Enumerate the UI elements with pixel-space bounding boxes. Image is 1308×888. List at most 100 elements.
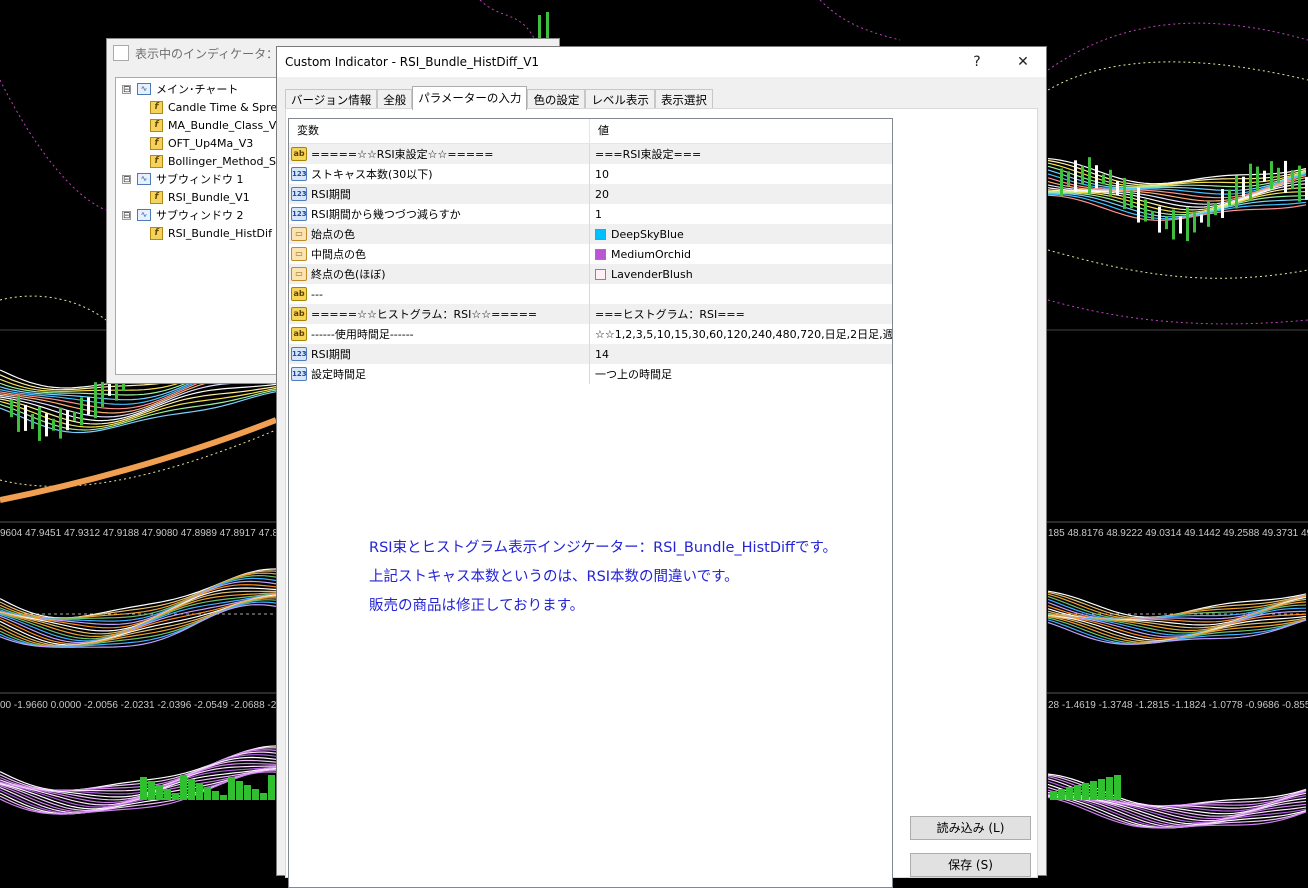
parameter-value-cell[interactable]: LavenderBlush xyxy=(590,264,892,284)
parameter-value-cell[interactable]: 一つ上の時間足 xyxy=(590,364,892,384)
parameter-value-cell[interactable]: MediumOrchid xyxy=(590,244,892,264)
candle xyxy=(1200,214,1203,223)
collapse-icon[interactable]: ⊟ xyxy=(122,84,131,94)
histogram-bar xyxy=(196,783,203,800)
number-type-icon: 123 xyxy=(291,207,307,221)
candle xyxy=(73,411,76,421)
parameter-row[interactable]: ab ------使用時間足------ ☆☆1,2,3,5,10,15,30,60… xyxy=(289,324,892,344)
candle xyxy=(1298,165,1301,202)
color-type-icon: ▭ xyxy=(291,267,307,281)
parameter-value: LavenderBlush xyxy=(611,267,693,281)
column-header-value[interactable]: 値 xyxy=(590,119,609,143)
parameter-row[interactable]: 123 設定時間足 一つ上の時間足 xyxy=(289,364,892,384)
candle xyxy=(66,410,69,431)
parameter-row[interactable]: ▭ 終点の色(ほぼ) LavenderBlush xyxy=(289,264,892,284)
tab-1[interactable]: 全般 xyxy=(377,89,413,109)
parameter-row[interactable]: ▭ 中間点の色 MediumOrchid xyxy=(289,244,892,264)
tree-label: Candle Time & Spre xyxy=(168,100,278,114)
save-button[interactable]: 保存 (S) xyxy=(910,853,1031,877)
candle xyxy=(108,381,111,396)
tree-group[interactable]: ⊟ ∿ サブウィンドウ 2 xyxy=(122,206,244,224)
histogram-bar xyxy=(180,775,187,800)
parameter-name-cell: ▭ 中間点の色 xyxy=(289,244,590,264)
note-line-1: RSI束とヒストグラム表示インジケーター：RSI_Bundle_HistDiff… xyxy=(369,540,838,556)
parameter-row[interactable]: ab =====☆☆ヒストグラム：RSI☆☆===== ===ヒストグラム：RSI=… xyxy=(289,304,892,324)
tree-item[interactable]: f RSI_Bundle_V1 xyxy=(150,188,250,206)
tree-item[interactable]: f Bollinger_Method_S xyxy=(150,152,276,170)
load-button[interactable]: 読み込み (L) xyxy=(910,816,1031,840)
parameters-grid[interactable]: 変数 値 ab =====☆☆RSI束設定☆☆===== ===RSI束設定=== 1… xyxy=(288,118,893,888)
parameter-value-cell[interactable]: ===ヒストグラム：RSI=== xyxy=(590,304,892,324)
note-line-2: 上記ストキャス本数というのは、RSI本数の間違いです。 xyxy=(369,569,739,585)
candle xyxy=(10,399,13,418)
parameter-row[interactable]: ab --- xyxy=(289,284,892,304)
tree-label: サブウィンドウ 2 xyxy=(156,209,244,222)
dialog-titlebar[interactable]: Custom Indicator - RSI_Bundle_HistDiff_V… xyxy=(277,47,1046,77)
column-header-variable[interactable]: 変数 xyxy=(289,119,590,143)
parameter-row[interactable]: 123 RSI期間 20 xyxy=(289,184,892,204)
dialog-tabs: バージョン情報 全般 パラメーターの入力 色の設定 レベル表示 表示選択 xyxy=(285,86,713,110)
parameter-row[interactable]: 123 RSI期間 14 xyxy=(289,344,892,364)
tree-item[interactable]: f Candle Time & Spre xyxy=(150,98,277,116)
color-type-icon: ▭ xyxy=(291,247,307,261)
parameter-row[interactable]: 123 RSI期間から幾つづつ減らすか 1 xyxy=(289,204,892,224)
parameter-row[interactable]: ▭ 始点の色 DeepSkyBlue xyxy=(289,224,892,244)
chart-axis-values-top-left: 9604 47.9451 47.9312 47.9188 47.9080 47.… xyxy=(0,528,304,539)
collapse-icon[interactable]: ⊟ xyxy=(122,174,131,184)
candle xyxy=(1109,169,1112,197)
tree-item[interactable]: f MA_Bundle_Class_V xyxy=(150,116,276,134)
chart-axis-values-bottom-right: 28 -1.4619 -1.3748 -1.2815 -1.1824 -1.07… xyxy=(1048,700,1308,711)
tree-item[interactable]: f RSI_Bundle_HistDif xyxy=(150,224,272,242)
histogram-bar xyxy=(156,785,163,800)
candle xyxy=(1158,206,1161,233)
histogram-bar xyxy=(236,781,243,800)
number-type-icon: 123 xyxy=(291,187,307,201)
parameter-value-cell[interactable]: 14 xyxy=(590,344,892,364)
tree-item[interactable]: f OFT_Up4Ma_V3 xyxy=(150,134,253,152)
indicator-function-icon: f xyxy=(150,136,163,150)
candle xyxy=(1179,216,1182,234)
parameter-name-cell: ab =====☆☆ヒストグラム：RSI☆☆===== xyxy=(289,304,590,324)
collapse-icon[interactable]: ⊟ xyxy=(122,210,131,220)
parameter-value-cell[interactable]: 10 xyxy=(590,164,892,184)
candle xyxy=(1144,199,1147,222)
parameter-row[interactable]: ab =====☆☆RSI束設定☆☆===== ===RSI束設定=== xyxy=(289,144,892,164)
parameter-value-cell[interactable]: 20 xyxy=(590,184,892,204)
candle xyxy=(1151,211,1154,220)
parameter-value-cell[interactable]: 1 xyxy=(590,204,892,224)
candle xyxy=(1270,161,1273,190)
parameter-value-cell[interactable]: ☆☆1,2,3,5,10,15,30,60,120,240,480,720,日足… xyxy=(590,324,892,344)
parameter-name-cell: 123 RSI期間 xyxy=(289,344,590,364)
parameter-name-cell: ab --- xyxy=(289,284,590,304)
histogram-bar xyxy=(204,787,211,800)
tab-5[interactable]: 表示選択 xyxy=(654,89,713,109)
candle xyxy=(1102,174,1105,185)
candle xyxy=(45,413,48,437)
parameter-value-cell[interactable]: DeepSkyBlue xyxy=(590,224,892,244)
parameter-name: RSI期間 xyxy=(311,348,351,361)
candle xyxy=(101,381,104,407)
tree-group[interactable]: ⊟ ∿ サブウィンドウ 1 xyxy=(122,170,244,188)
parameter-value-cell[interactable]: ===RSI束設定=== xyxy=(590,144,892,164)
tree-group[interactable]: ⊟ ∿ メイン･チャート xyxy=(122,80,238,98)
tab-4[interactable]: レベル表示 xyxy=(585,89,655,109)
parameter-name: RSI期間 xyxy=(311,188,351,201)
help-button[interactable]: ? xyxy=(954,47,1000,77)
parameter-name-cell: 123 RSI期間から幾つづつ減らすか xyxy=(289,204,590,224)
histogram-bar xyxy=(172,793,179,800)
parameter-name-cell: ▭ 終点の色(ほぼ) xyxy=(289,264,590,284)
histogram-bar xyxy=(1090,781,1097,800)
tree-label: MA_Bundle_Class_V xyxy=(168,118,277,132)
parameter-value-cell[interactable] xyxy=(590,284,892,304)
color-swatch xyxy=(595,228,606,240)
candle xyxy=(52,418,55,431)
note-line-3: 販売の商品は修正しております。 xyxy=(369,598,585,614)
close-button[interactable]: ✕ xyxy=(1000,47,1046,77)
parameter-value: ☆☆1,2,3,5,10,15,30,60,120,240,480,720,日足… xyxy=(595,328,892,341)
candle xyxy=(1242,176,1245,197)
histogram-bar xyxy=(1066,787,1073,800)
tab-2[interactable]: パラメーターの入力 xyxy=(412,86,528,110)
tab-0[interactable]: バージョン情報 xyxy=(285,89,378,109)
parameter-row[interactable]: 123 ストキャス本数(30以下) 10 xyxy=(289,164,892,184)
tab-3[interactable]: 色の設定 xyxy=(527,89,586,109)
